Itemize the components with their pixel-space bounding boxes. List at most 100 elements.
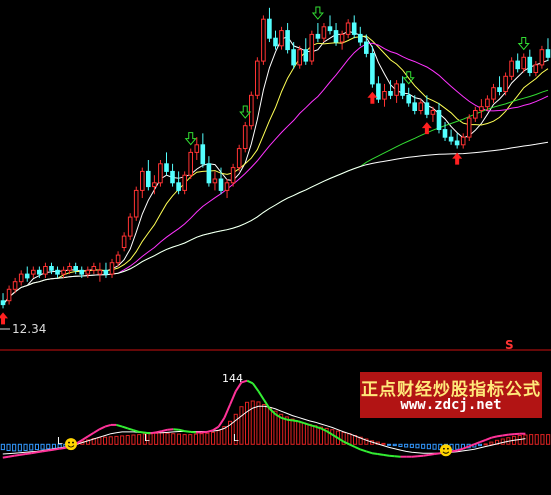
oscillator-line-up-segment bbox=[229, 390, 237, 405]
stock-chart: 12.34 S 144 L L L bbox=[0, 6, 551, 459]
candle-body bbox=[297, 49, 302, 66]
oscillator-bar-negative bbox=[455, 443, 460, 450]
oscillator-bar-positive bbox=[216, 430, 221, 445]
candle-body bbox=[109, 262, 115, 275]
oscillator-bar-positive bbox=[199, 433, 204, 445]
candle-body bbox=[249, 94, 254, 127]
candle-body bbox=[285, 30, 290, 51]
oscillator-bar-positive bbox=[313, 425, 318, 445]
oscillator-line-down-segment bbox=[190, 430, 197, 434]
candle-body bbox=[133, 189, 139, 218]
oscillator-bar-positive bbox=[211, 431, 216, 445]
oscillator-bar-positive bbox=[540, 434, 545, 445]
smiley-eye bbox=[72, 441, 74, 444]
smiley-icon bbox=[439, 444, 452, 457]
oscillator-bar-positive bbox=[273, 410, 278, 445]
candle-body bbox=[242, 125, 248, 149]
oscillator-bar-negative bbox=[404, 443, 409, 448]
oscillator-line-up-segment bbox=[19, 453, 26, 456]
candle-body bbox=[279, 30, 284, 47]
candle-body bbox=[503, 75, 508, 93]
candle-body bbox=[164, 163, 169, 172]
oscillator-bar-negative bbox=[23, 443, 28, 451]
candle-body bbox=[424, 102, 430, 115]
oscillator-line-up-segment bbox=[479, 438, 487, 444]
buy-arrow-icon bbox=[367, 91, 378, 104]
oscillator-bar-positive bbox=[245, 401, 250, 445]
oscillator-line-down-segment bbox=[331, 433, 339, 439]
candle-body bbox=[448, 136, 454, 142]
oscillator-line-up-segment bbox=[87, 431, 95, 438]
oscillator-bar-positive bbox=[137, 434, 142, 445]
candle-body bbox=[127, 216, 133, 237]
oscillator-bar-negative bbox=[40, 443, 45, 450]
candle-body bbox=[85, 269, 91, 275]
smiley-eye bbox=[447, 447, 449, 450]
candle-body bbox=[79, 269, 85, 275]
oscillator-line-up-segment bbox=[451, 449, 458, 453]
candle-body bbox=[351, 22, 357, 35]
candle-body bbox=[158, 163, 163, 184]
oscillator-bar-positive bbox=[347, 433, 352, 445]
candle-body bbox=[12, 281, 18, 290]
candle-body bbox=[436, 110, 442, 130]
oscillator-line-down-segment bbox=[184, 430, 191, 433]
candle-body bbox=[418, 102, 424, 112]
oscillator-line-up-segment bbox=[8, 454, 15, 458]
oscillator-bar-negative bbox=[415, 443, 420, 449]
oscillator-bar-negative bbox=[51, 443, 57, 449]
candle-body bbox=[333, 30, 339, 43]
oscillator-line-down-segment bbox=[127, 427, 134, 432]
oscillator-peak-label: 144 bbox=[222, 372, 243, 385]
sell-arrow-icon bbox=[517, 36, 530, 51]
candle-body bbox=[400, 83, 405, 96]
candle-body bbox=[460, 136, 466, 146]
sell-arrow-icon bbox=[184, 132, 197, 146]
candle-body bbox=[49, 266, 54, 271]
oscillator-bar-positive bbox=[239, 406, 244, 445]
oscillator-bar-positive bbox=[256, 401, 261, 445]
candle-body bbox=[315, 33, 321, 39]
oscillator-line-down-segment bbox=[280, 416, 288, 421]
oscillator-bar-positive bbox=[114, 435, 119, 445]
oscillator-bar-positive bbox=[546, 434, 551, 445]
ma5-line bbox=[2, 30, 549, 305]
oscillator-bar-negative bbox=[432, 443, 437, 450]
oscillator-line-up-segment bbox=[42, 449, 49, 453]
oscillator-line-down-segment bbox=[297, 420, 305, 425]
oscillator-bar-positive bbox=[529, 434, 534, 445]
oscillator-line-up-segment bbox=[53, 447, 60, 451]
candle-body bbox=[121, 235, 127, 249]
oscillator-bar-negative bbox=[0, 443, 5, 451]
buy-arrow-icon bbox=[421, 122, 432, 135]
oscillator-line-down-segment bbox=[116, 423, 123, 428]
oscillator-bar-negative bbox=[34, 443, 40, 451]
oscillator-line-up-segment bbox=[155, 430, 163, 434]
oscillator-bar-positive bbox=[165, 432, 170, 445]
oscillator-bar-positive bbox=[205, 432, 210, 445]
candle-body bbox=[91, 266, 97, 271]
low-price-label: 12.34 bbox=[12, 322, 46, 336]
oscillator-line-down-segment bbox=[286, 418, 293, 422]
oscillator-line-up-segment bbox=[48, 448, 55, 452]
candle-body bbox=[24, 273, 30, 279]
oscillator-bar-negative bbox=[46, 443, 51, 450]
oscillator-line-down-segment bbox=[178, 428, 185, 433]
ma20-line bbox=[2, 42, 549, 305]
oscillator-bar-negative bbox=[409, 443, 414, 448]
oscillator-line-down-segment bbox=[360, 448, 367, 453]
oscillator-bar-positive bbox=[120, 435, 125, 445]
candle-body bbox=[37, 269, 42, 275]
oscillator-line-down-segment bbox=[326, 430, 333, 436]
oscillator-line-up-segment bbox=[485, 436, 492, 441]
oscillator-line-down-segment bbox=[309, 423, 316, 428]
candle-body bbox=[345, 22, 351, 35]
candle-body bbox=[273, 37, 278, 47]
oscillator-line-down-segment bbox=[303, 422, 310, 426]
buy-arrow-icon bbox=[452, 152, 463, 165]
oscillator-bar-negative bbox=[6, 443, 11, 451]
ma10-line bbox=[2, 35, 549, 305]
candle-body bbox=[115, 254, 121, 264]
candle-body bbox=[267, 18, 272, 39]
oscillator-line-up-segment bbox=[223, 404, 232, 419]
